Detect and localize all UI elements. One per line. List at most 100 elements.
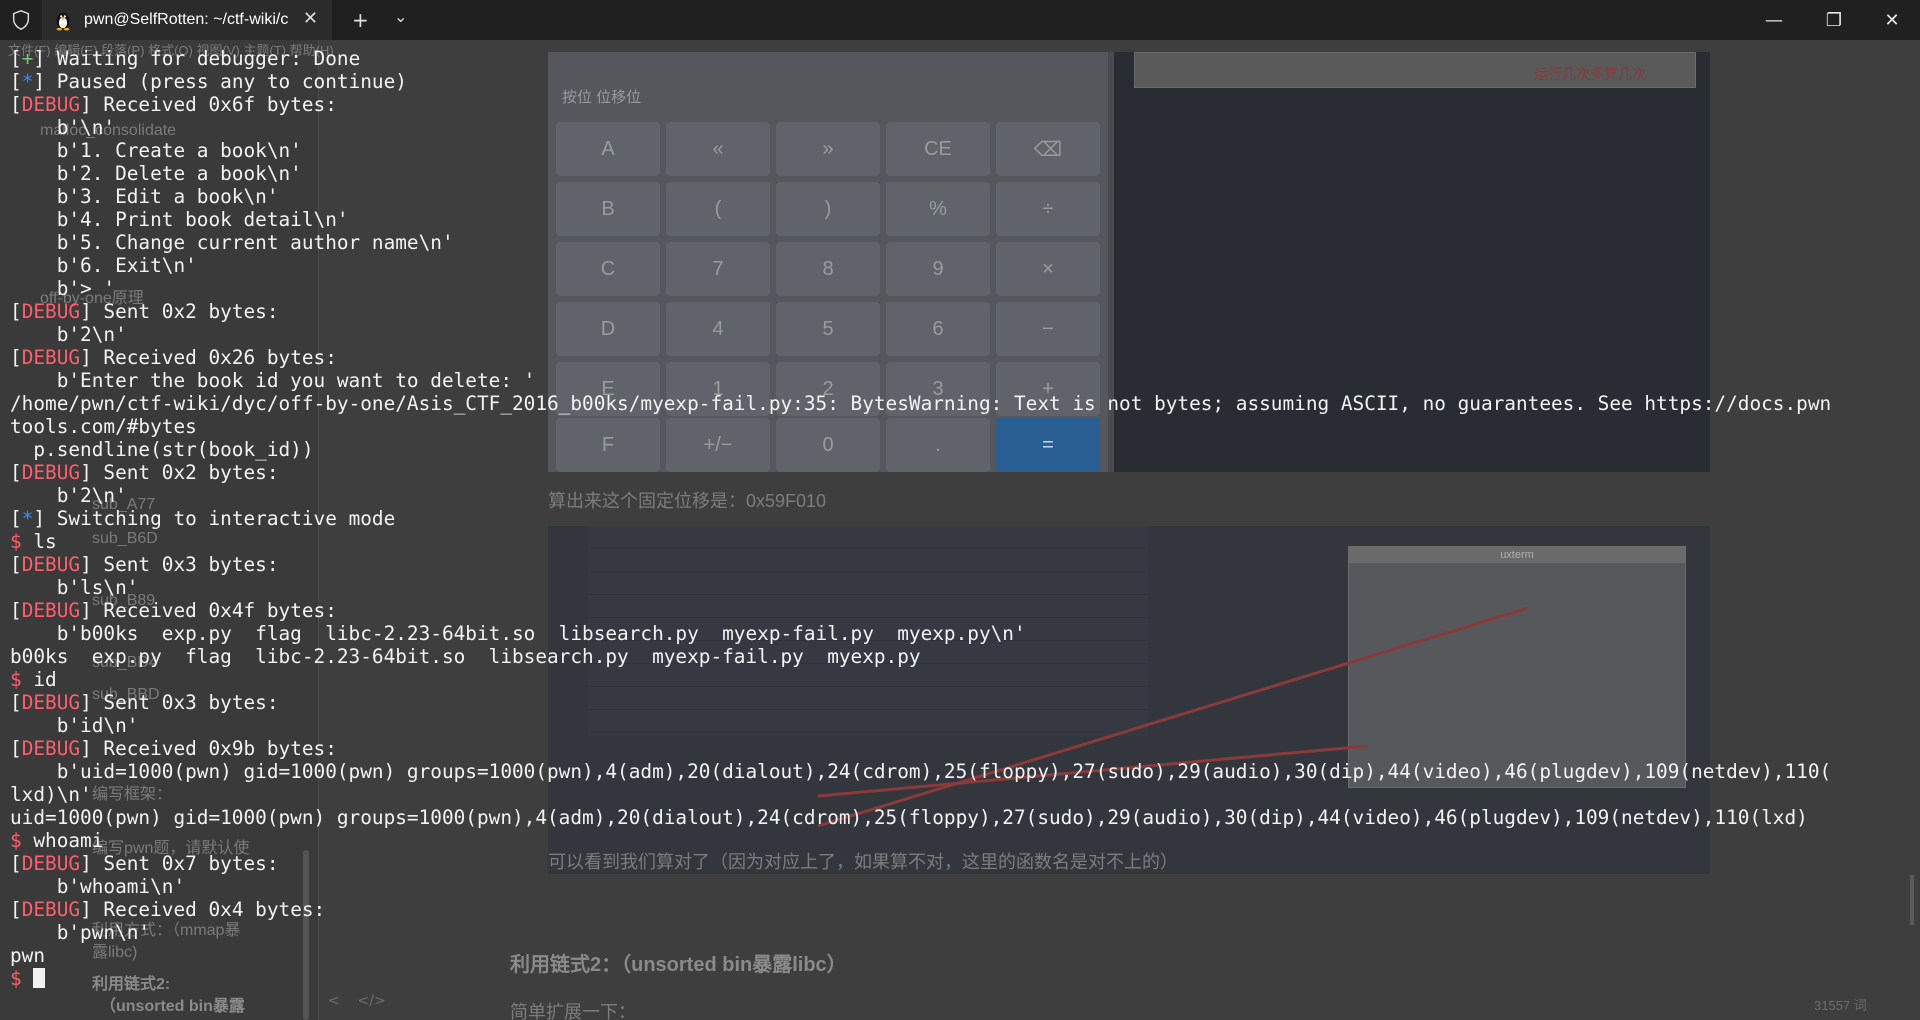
terminal-text: b'uid=1000(pwn) gid=1000(pwn) groups=100… bbox=[10, 760, 1832, 783]
terminal-line: [DEBUG] Sent 0x3 bytes: bbox=[10, 553, 1910, 576]
terminal-line: [DEBUG] Received 0x6f bytes: bbox=[10, 93, 1910, 116]
terminal-text: ] Received 0x6f bytes: bbox=[80, 93, 337, 116]
terminal-line: b'2\n' bbox=[10, 323, 1910, 346]
terminal-text: b'ls\n' bbox=[10, 576, 139, 599]
terminal-text: ] Sent 0x2 bytes: bbox=[80, 461, 279, 484]
debug-tag: DEBUG bbox=[21, 553, 81, 576]
terminal-text: [ bbox=[10, 599, 22, 622]
terminal-text: b'Enter the book id you want to delete: … bbox=[10, 369, 536, 392]
debug-tag: DEBUG bbox=[21, 300, 81, 323]
terminal-line: [DEBUG] Received 0x9b bytes: bbox=[10, 737, 1910, 760]
terminal-line: b'6. Exit\n' bbox=[10, 254, 1910, 277]
debug-tag: DEBUG bbox=[21, 346, 81, 369]
terminal-line: b'2. Delete a book\n' bbox=[10, 162, 1910, 185]
terminal-text: [ bbox=[10, 553, 22, 576]
shell-prompt: $ bbox=[10, 967, 34, 990]
terminal-text: whoami bbox=[33, 829, 104, 852]
terminal-text: tools.com/#bytes bbox=[10, 415, 197, 438]
terminal-text: /home/pwn/ctf-wiki/dyc/off-by-one/Asis_C… bbox=[10, 392, 1832, 415]
debug-tag: DEBUG bbox=[21, 898, 81, 921]
terminal-line: b00ks exp.py flag libc-2.23-64bit.so lib… bbox=[10, 645, 1910, 668]
terminal-text: [ bbox=[10, 461, 22, 484]
shell-prompt: $ bbox=[10, 829, 34, 852]
terminal-line: p.sendline(str(book_id)) bbox=[10, 438, 1910, 461]
terminal-line: b'pwn\n' bbox=[10, 921, 1910, 944]
restore-button[interactable]: ❐ bbox=[1806, 0, 1862, 40]
terminal-text: b'whoami\n' bbox=[10, 875, 186, 898]
terminal-text: ] Received 0x26 bytes: bbox=[80, 346, 337, 369]
new-tab-button[interactable]: + bbox=[352, 8, 369, 32]
minimize-button[interactable]: — bbox=[1746, 0, 1802, 40]
shield-icon[interactable] bbox=[10, 9, 32, 31]
terminal-line: [DEBUG] Sent 0x7 bytes: bbox=[10, 852, 1910, 875]
terminal-text: uid=1000(pwn) gid=1000(pwn) groups=1000(… bbox=[10, 806, 1808, 829]
terminal-line: $ id bbox=[10, 668, 1910, 691]
terminal-line: b'> ' bbox=[10, 277, 1910, 300]
tab-terminal[interactable]: pwn@SelfRotten: ~/ctf-wiki/c ✕ bbox=[42, 0, 332, 40]
terminal-tab-bar: pwn@SelfRotten: ~/ctf-wiki/c ✕ + ⌄ — ❐ ✕ bbox=[0, 0, 1920, 40]
terminal-text: [ bbox=[10, 737, 22, 760]
terminal-line: b'b00ks exp.py flag libc-2.23-64bit.so l… bbox=[10, 622, 1910, 645]
terminal-text: [ bbox=[10, 346, 22, 369]
terminal-text: b'2. Delete a book\n' bbox=[10, 162, 302, 185]
terminal-text: b'1. Create a book\n' bbox=[10, 139, 302, 162]
terminal-line: tools.com/#bytes bbox=[10, 415, 1910, 438]
close-tab-icon[interactable]: ✕ bbox=[303, 8, 318, 29]
terminal-line: b'id\n' bbox=[10, 714, 1910, 737]
terminal-line: [DEBUG] Received 0x26 bytes: bbox=[10, 346, 1910, 369]
terminal-text: ] Sent 0x3 bytes: bbox=[80, 553, 279, 576]
terminal-text: ] Sent 0x2 bytes: bbox=[80, 300, 279, 323]
terminal-text: ] Sent 0x7 bytes: bbox=[80, 852, 279, 875]
terminal-text: ] Received 0x4f bytes: bbox=[80, 599, 337, 622]
terminal-output[interactable]: [+] Waiting for debugger: Done [*] Paused… bbox=[10, 47, 1910, 1017]
terminal-text: b'2\n' bbox=[10, 484, 127, 507]
terminal-line: b'ls\n' bbox=[10, 576, 1910, 599]
terminal-line: $ ls bbox=[10, 530, 1910, 553]
terminal-text: b'6. Exit\n' bbox=[10, 254, 197, 277]
shell-prompt: $ bbox=[10, 530, 34, 553]
shell-prompt: $ bbox=[10, 668, 34, 691]
debug-tag: DEBUG bbox=[21, 599, 81, 622]
terminal-text: b'\n' bbox=[10, 116, 116, 139]
terminal-line: b'\n' bbox=[10, 116, 1910, 139]
terminal-text: b'> ' bbox=[10, 277, 116, 300]
terminal-text: [ bbox=[10, 691, 22, 714]
terminal-line: [DEBUG] Received 0x4f bytes: bbox=[10, 599, 1910, 622]
debug-tag: DEBUG bbox=[21, 737, 81, 760]
terminal-text: [ bbox=[10, 47, 22, 70]
close-window-button[interactable]: ✕ bbox=[1864, 0, 1920, 40]
terminal-text: b'b00ks exp.py flag libc-2.23-64bit.so l… bbox=[10, 622, 1026, 645]
terminal-text: b'id\n' bbox=[10, 714, 139, 737]
debug-tag: DEBUG bbox=[21, 461, 81, 484]
terminal-text: ] Received 0x4 bytes: bbox=[80, 898, 326, 921]
terminal-text: [ bbox=[10, 300, 22, 323]
terminal-text: b'pwn\n' bbox=[10, 921, 151, 944]
terminal-text: pwn bbox=[10, 944, 46, 967]
terminal-text: [ bbox=[10, 852, 22, 875]
terminal-text: b'2\n' bbox=[10, 323, 127, 346]
terminal-text: p.sendline(str(book_id)) bbox=[10, 438, 314, 461]
tab-dropdown-button[interactable]: ⌄ bbox=[394, 7, 407, 26]
debug-tag: DEBUG bbox=[21, 691, 81, 714]
terminal-line: b'uid=1000(pwn) gid=1000(pwn) groups=100… bbox=[10, 760, 1910, 783]
terminal-text: + bbox=[21, 47, 34, 70]
terminal-text: ls bbox=[33, 530, 57, 553]
terminal-line: b'5. Change current author name\n' bbox=[10, 231, 1910, 254]
terminal-text: b'5. Change current author name\n' bbox=[10, 231, 454, 254]
terminal-line: b'1. Create a book\n' bbox=[10, 139, 1910, 162]
terminal-line: [DEBUG] Sent 0x2 bytes: bbox=[10, 461, 1910, 484]
background-scrollbar bbox=[1910, 875, 1914, 925]
terminal-line: b'3. Edit a book\n' bbox=[10, 185, 1910, 208]
terminal-line: [DEBUG] Received 0x4 bytes: bbox=[10, 898, 1910, 921]
terminal-line: [*] Paused (press any to continue) bbox=[10, 70, 1910, 93]
terminal-text: * bbox=[21, 507, 34, 530]
tab-title: pwn@SelfRotten: ~/ctf-wiki/c bbox=[84, 11, 289, 28]
terminal-line: b'4. Print book detail\n' bbox=[10, 208, 1910, 231]
terminal-text: b'4. Print book detail\n' bbox=[10, 208, 349, 231]
terminal-cursor bbox=[33, 968, 46, 988]
terminal-line: uid=1000(pwn) gid=1000(pwn) groups=1000(… bbox=[10, 806, 1910, 829]
terminal-text: b00ks exp.py flag libc-2.23-64bit.so lib… bbox=[10, 645, 921, 668]
terminal-text: ] Paused (press any to continue) bbox=[33, 70, 407, 93]
terminal-text: lxd)\n' bbox=[10, 783, 92, 806]
terminal-line: [DEBUG] Sent 0x2 bytes: bbox=[10, 300, 1910, 323]
